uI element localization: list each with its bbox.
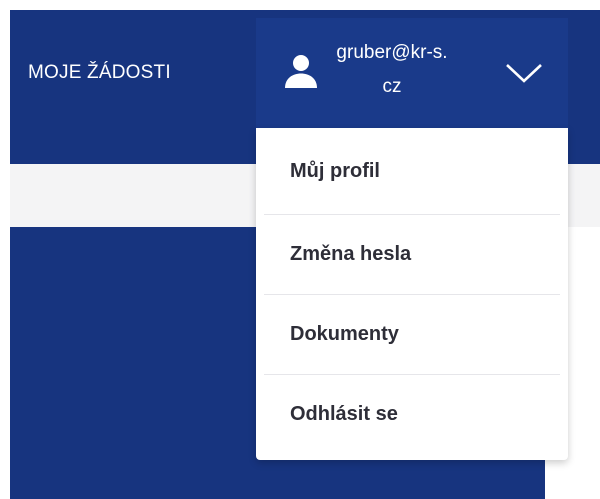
chevron-down-icon: [504, 60, 544, 86]
user-dropdown-menu: Můj profil Změna hesla Dokumenty Odhlási…: [256, 128, 568, 460]
my-requests-link[interactable]: MOJE ŽÁDOSTI: [28, 56, 171, 90]
user-icon: [282, 52, 320, 90]
user-menu-button[interactable]: gruber@kr-s.cz: [256, 18, 568, 128]
user-email: gruber@kr-s.cz: [336, 42, 448, 97]
menu-item-my-profile[interactable]: Můj profil: [264, 128, 560, 214]
menu-item-logout[interactable]: Odhlásit se: [264, 374, 560, 454]
menu-item-change-password[interactable]: Změna hesla: [264, 214, 560, 294]
menu-item-documents[interactable]: Dokumenty: [264, 294, 560, 374]
